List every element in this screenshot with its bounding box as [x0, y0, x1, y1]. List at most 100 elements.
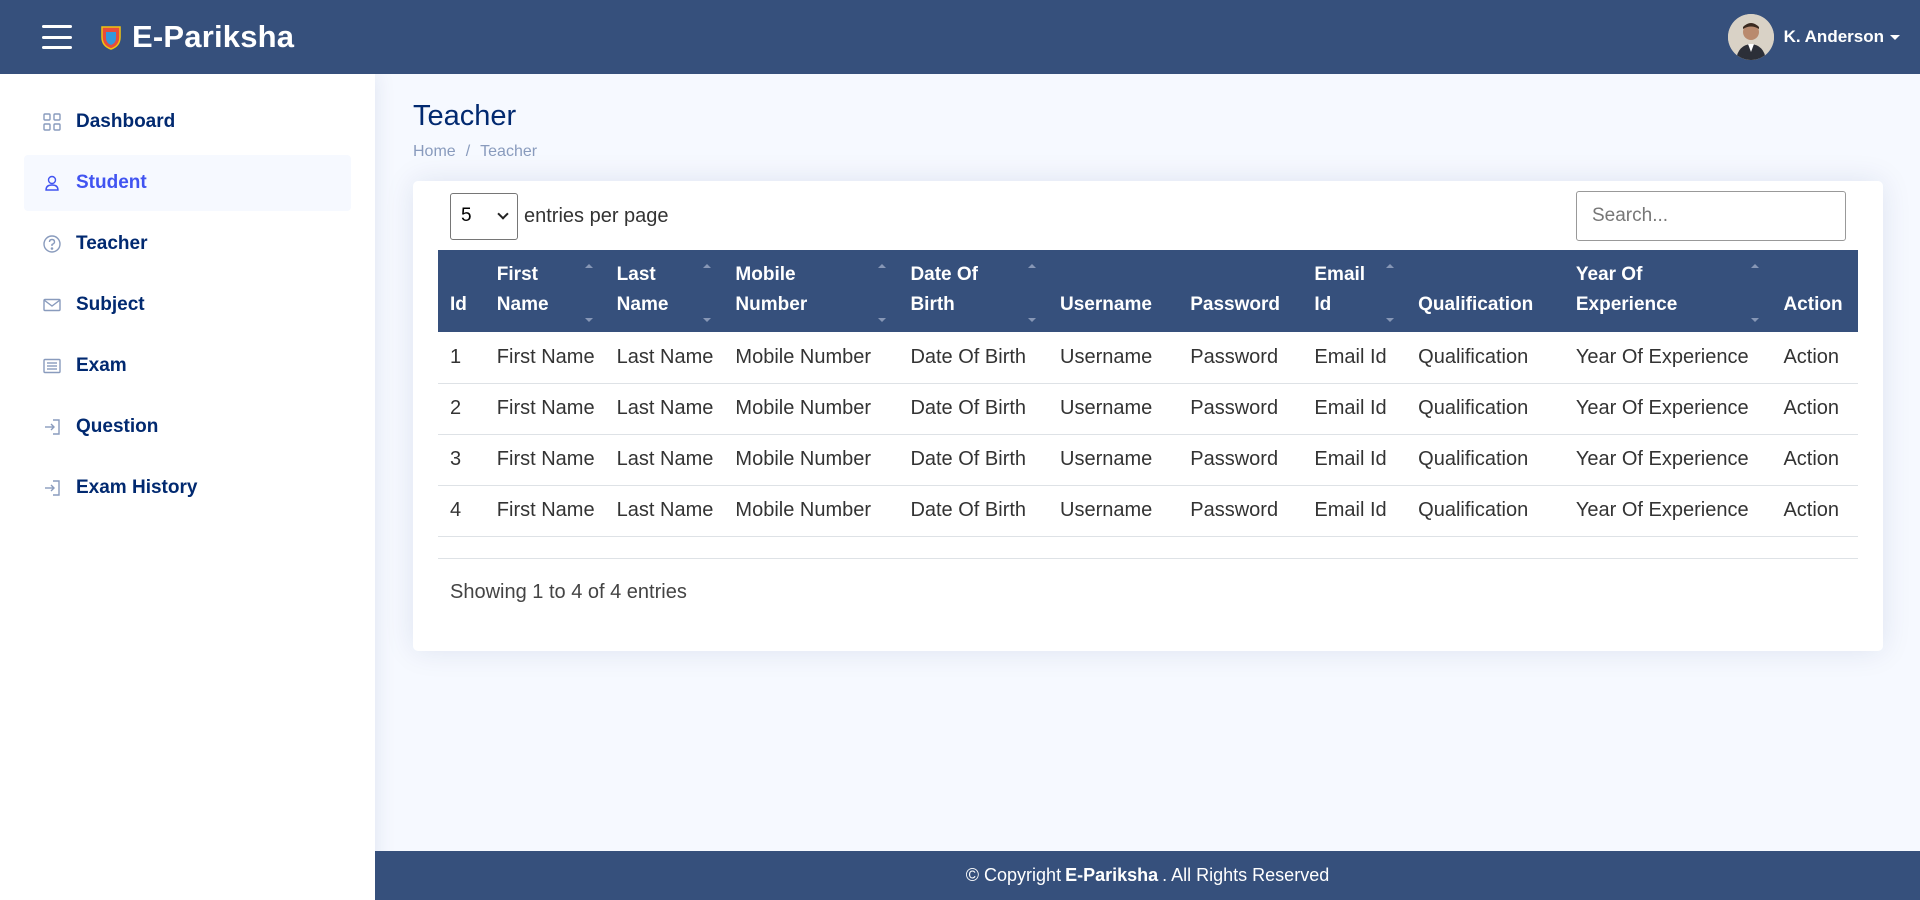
- cell-password: Password: [1178, 434, 1303, 486]
- sidebar-item-exam[interactable]: Exam: [24, 338, 351, 394]
- sidebar-item-label: Teacher: [76, 233, 148, 254]
- cell-action[interactable]: Action: [1771, 332, 1858, 384]
- sidebar: Dashboard Student Teacher Subject Exam Q…: [0, 74, 375, 900]
- cell-password: Password: [1178, 332, 1303, 384]
- menu-toggle-icon[interactable]: [42, 25, 72, 49]
- cell-id: 4: [438, 485, 485, 537]
- cell-action[interactable]: Action: [1771, 383, 1858, 435]
- avatar: [1727, 14, 1774, 60]
- table-row: 3 First Name Last Name Mobile Number Dat…: [438, 434, 1858, 486]
- breadcrumb-home-link[interactable]: Home: [413, 143, 456, 161]
- table-header-row: Id First Name Last Name Mobile Number Date …: [438, 250, 1858, 332]
- sidebar-item-student[interactable]: Student: [24, 155, 351, 211]
- breadcrumb: Home / Teacher: [413, 143, 1882, 161]
- table-info: Showing 1 to 4 of 4 entries: [450, 580, 687, 603]
- cell-password: Password: [1178, 485, 1303, 537]
- cell-username: Username: [1048, 485, 1179, 537]
- person-icon: [42, 173, 62, 193]
- cell-mobile-number: Mobile Number: [723, 434, 899, 486]
- cell-year-of-experience: Year Of Experience: [1563, 485, 1772, 537]
- column-header-id[interactable]: Id: [438, 250, 485, 332]
- cell-year-of-experience: Year Of Experience: [1563, 434, 1772, 486]
- cell-first-name: First Name: [484, 485, 605, 537]
- cell-action[interactable]: Action: [1771, 485, 1858, 537]
- user-menu[interactable]: K. Anderson: [1727, 14, 1900, 60]
- cell-id: 3: [438, 434, 485, 486]
- cell-date-of-birth: Date Of Birth: [898, 434, 1049, 486]
- column-header-first-name[interactable]: First Name: [485, 250, 605, 332]
- cell-username: Username: [1048, 383, 1179, 435]
- sidebar-item-label: Dashboard: [76, 111, 176, 132]
- table-controls: 5 entries per page: [438, 191, 1858, 241]
- sidebar-item-label: Student: [76, 172, 147, 193]
- login-icon: [42, 478, 62, 498]
- cell-qualification: Qualification: [1406, 485, 1564, 537]
- sidebar-item-question[interactable]: Question: [24, 399, 351, 455]
- table-divider: [438, 557, 1858, 559]
- page-title: Teacher: [413, 100, 517, 132]
- cell-qualification: Qualification: [1406, 332, 1564, 384]
- cell-first-name: First Name: [484, 383, 605, 435]
- cell-email-id: Email Id: [1302, 434, 1407, 486]
- column-header-username[interactable]: Username: [1048, 250, 1178, 332]
- cell-action[interactable]: Action: [1771, 434, 1858, 486]
- sidebar-item-exam-history[interactable]: Exam History: [24, 460, 351, 516]
- cell-email-id: Email Id: [1302, 383, 1407, 435]
- sidebar-item-teacher[interactable]: Teacher: [24, 216, 351, 272]
- sidebar-item-label: Exam History: [76, 477, 198, 498]
- column-header-email-id[interactable]: Email Id: [1302, 250, 1406, 332]
- logo-icon: [100, 24, 122, 50]
- breadcrumb-separator: /: [465, 143, 471, 160]
- cell-id: 2: [438, 383, 485, 435]
- brand-name: E-Pariksha: [132, 19, 295, 54]
- cell-qualification: Qualification: [1406, 383, 1564, 435]
- cell-date-of-birth: Date Of Birth: [898, 485, 1049, 537]
- search-input[interactable]: [1576, 191, 1846, 241]
- entries-per-page-label: entries per page: [524, 204, 669, 227]
- cell-mobile-number: Mobile Number: [723, 485, 899, 537]
- envelope-icon: [42, 295, 62, 315]
- top-header: E-Pariksha K. Anderson: [0, 0, 1920, 74]
- teacher-table: Id First Name Last Name Mobile Number Date …: [438, 250, 1858, 537]
- cell-year-of-experience: Year Of Experience: [1563, 383, 1772, 435]
- grid-icon: [42, 112, 62, 132]
- entries-per-page-select[interactable]: 5: [450, 192, 518, 240]
- cell-id: 1: [438, 332, 485, 384]
- sidebar-item-dashboard[interactable]: Dashboard: [24, 94, 351, 150]
- cell-mobile-number: Mobile Number: [723, 383, 899, 435]
- table-row: 4 First Name Last Name Mobile Number Dat…: [438, 485, 1858, 537]
- cell-username: Username: [1048, 434, 1179, 486]
- brand-logo[interactable]: E-Pariksha: [100, 19, 294, 55]
- cell-last-name: Last Name: [604, 383, 724, 435]
- column-header-year-of-experience[interactable]: Year Of Experience: [1564, 250, 1772, 332]
- cell-last-name: Last Name: [604, 332, 724, 384]
- login-icon: [42, 417, 62, 437]
- chevron-down-icon: [1890, 34, 1900, 40]
- user-name: K. Anderson: [1783, 27, 1884, 46]
- sidebar-item-label: Exam: [76, 355, 127, 376]
- column-header-action[interactable]: Action: [1771, 250, 1858, 332]
- column-header-last-name[interactable]: Last Name: [605, 250, 724, 332]
- sidebar-item-label: Subject: [76, 294, 145, 315]
- question-circle-icon: [42, 234, 62, 254]
- table-row: 1 First Name Last Name Mobile Number Dat…: [438, 332, 1858, 384]
- cell-email-id: Email Id: [1302, 332, 1407, 384]
- table-row: 2 First Name Last Name Mobile Number Dat…: [438, 383, 1858, 435]
- column-header-password[interactable]: Password: [1178, 250, 1302, 332]
- column-header-mobile-number[interactable]: Mobile Number: [723, 250, 898, 332]
- teacher-table-card: 5 entries per page Id FirstName LastName…: [413, 181, 1883, 651]
- chevron-down-icon: [497, 208, 509, 220]
- column-header-date-of-birth[interactable]: Date Of Birth: [898, 250, 1048, 332]
- cell-year-of-experience: Year Of Experience: [1563, 332, 1772, 384]
- cell-email-id: Email Id: [1302, 485, 1407, 537]
- column-header-qualification[interactable]: Qualification: [1406, 250, 1564, 332]
- cell-mobile-number: Mobile Number: [723, 332, 899, 384]
- cell-date-of-birth: Date Of Birth: [898, 332, 1049, 384]
- footer-prefix: © Copyright: [965, 865, 1062, 885]
- cell-qualification: Qualification: [1406, 434, 1564, 486]
- cell-first-name: First Name: [484, 332, 605, 384]
- cell-last-name: Last Name: [604, 485, 724, 537]
- sidebar-item-subject[interactable]: Subject: [24, 277, 351, 333]
- sidebar-item-label: Question: [76, 416, 159, 437]
- footer: © Copyright E-Pariksha . All Rights Rese…: [375, 851, 1920, 900]
